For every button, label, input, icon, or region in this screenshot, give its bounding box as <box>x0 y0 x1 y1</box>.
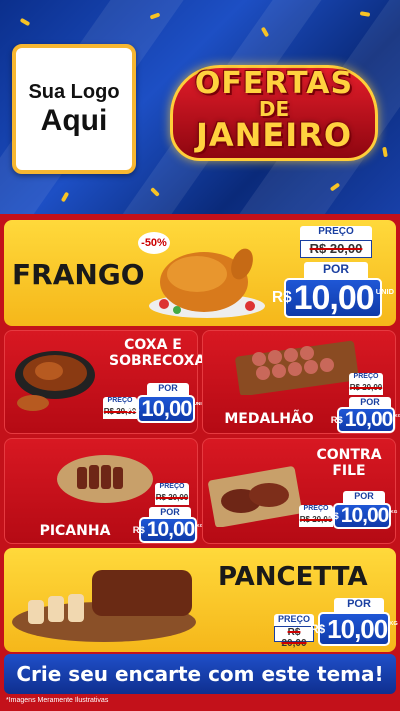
old-price: R$ 20,00 <box>274 626 314 649</box>
discount-badge: -50% <box>138 232 170 254</box>
logo-text-line2: Aqui <box>40 103 108 137</box>
price-value: 10,00 <box>293 278 375 317</box>
product-name: FRANGO <box>12 258 145 291</box>
header-banner: Sua Logo Aqui OFERTAS DE JANEIRO <box>0 0 400 214</box>
footnote-disclaimer: *Imagens Meramente Ilustrativas <box>6 697 109 704</box>
preco-label: PREÇO <box>274 614 314 626</box>
old-price: R$ 20,00 <box>300 240 372 258</box>
new-price: R$ 10,00 UNID <box>272 278 394 318</box>
product-name-line1: CONTRA <box>316 447 382 463</box>
product-card-coxa: COXA E SOBRECOXA PREÇO R$ 20,00 POR R$ 1… <box>4 330 206 434</box>
por-label: POR <box>343 491 385 503</box>
old-price: R$ 20,00 <box>155 493 189 505</box>
product-card-contrafile: CONTRA FILE PREÇO R$ 20,00 POR R$ 10,00 … <box>202 438 397 544</box>
new-price: R$ 10,00 KG <box>327 503 397 529</box>
price-value: 10,00 <box>141 396 192 421</box>
offers-title: OFERTAS DE JANEIRO <box>160 55 388 165</box>
price-value: 10,00 <box>344 408 394 431</box>
price-box-pancetta: PREÇO R$ 20,00 POR R$ 10,00 KG <box>274 598 398 650</box>
new-price: R$ 10,00 KG <box>331 407 400 433</box>
currency-symbol: R$ <box>326 510 339 522</box>
por-label: POR <box>334 598 384 612</box>
currency-symbol: R$ <box>310 622 326 636</box>
product-name-line1: COXA E <box>124 337 182 353</box>
price-value: 10,00 <box>146 518 196 541</box>
logo-placeholder: Sua Logo Aqui <box>12 44 136 174</box>
new-price: R$ 10,00 KG <box>133 517 203 543</box>
price-box-contrafile: PREÇO R$ 20,00 POR R$ 10,00 KG <box>297 491 397 543</box>
product-name: COXA E SOBRECOXA <box>109 337 206 370</box>
title-line1: OFERTAS <box>194 66 354 101</box>
price-value: 10,00 <box>340 504 390 527</box>
new-price: R$ 10,00 KG <box>310 612 398 646</box>
confetti-decoration <box>359 11 371 17</box>
currency-symbol: R$ <box>272 289 292 306</box>
new-price: R$ 10,00 UNID <box>127 395 205 423</box>
price-box-medalhao: PREÇO R$ 20,00 POR R$ 10,00 KG <box>311 371 400 435</box>
logo-text-line1: Sua Logo <box>28 80 120 103</box>
pancetta-board-image <box>12 570 196 642</box>
por-label: POR <box>147 383 189 395</box>
currency-symbol: R$ <box>132 524 145 536</box>
title-line3: JANEIRO <box>195 116 353 154</box>
price-box-frango: PREÇO R$ 20,00 POR R$ 10,00 UNID <box>272 224 394 322</box>
price-unit: KG <box>389 620 398 627</box>
product-card-pancetta: PANCETTA PREÇO R$ 20,00 POR R$ 10,00 KG <box>4 548 398 652</box>
price-unit: KG <box>394 413 400 419</box>
price-unit: UNID <box>375 286 394 296</box>
preco-label: PREÇO <box>300 226 372 240</box>
contrafile-board-image <box>208 466 302 527</box>
product-name: MEDALHÃO <box>224 411 314 427</box>
product-name-line2: FILE <box>332 463 366 480</box>
cta-banner[interactable]: Crie seu encarte com este tema! <box>4 654 396 694</box>
price-box-coxa: PREÇO R$ 20,00 POR R$ 10,00 UNID <box>101 381 205 433</box>
price-value: 10,00 <box>327 613 388 644</box>
por-label: POR <box>304 262 368 278</box>
product-name-line2: SOBRECOXA <box>109 353 206 370</box>
currency-symbol: R$ <box>330 414 343 426</box>
confetti-decoration <box>60 191 70 203</box>
product-card-frango: FRANGO -50% PREÇO R$ 20,00 POR R$ 10,00 … <box>4 220 396 326</box>
product-name: PANCETTA <box>218 562 368 592</box>
old-price: R$ 20,00 <box>349 383 383 395</box>
price-unit: KG <box>390 509 398 515</box>
chicken-pan-image <box>15 351 95 411</box>
product-name: CONTRA FILE <box>309 447 389 479</box>
product-card-picanha: PICANHA PREÇO R$ 20,00 POR R$ 10,00 KG <box>4 438 203 544</box>
confetti-decoration <box>19 17 31 27</box>
preco-label: PREÇO <box>155 483 189 493</box>
preco-label: PREÇO <box>349 373 383 383</box>
product-card-medalhao: PREÇO R$ 20,00 POR R$ 10,00 KG MEDALHÃO <box>202 330 400 435</box>
product-name: PICANHA <box>39 523 111 539</box>
price-box-picanha: PREÇO R$ 20,00 POR R$ 10,00 KG <box>133 481 203 543</box>
currency-symbol: R$ <box>126 403 140 415</box>
